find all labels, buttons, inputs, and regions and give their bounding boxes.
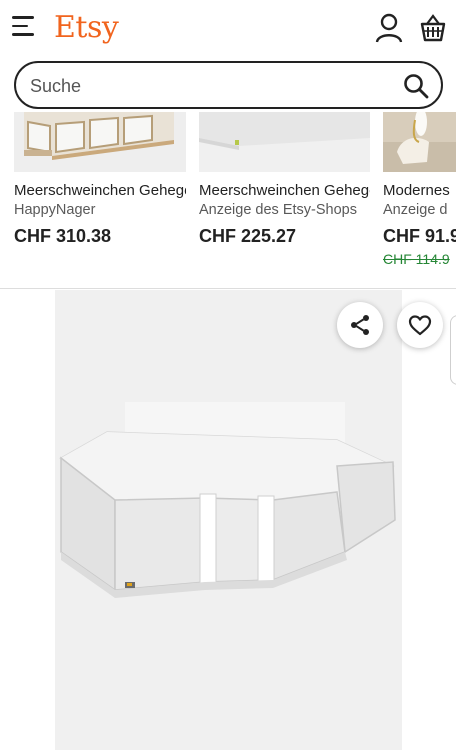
next-image-area[interactable] [402, 290, 456, 750]
product-price: CHF 225.27 [199, 226, 297, 246]
listing-main-image[interactable] [55, 290, 402, 750]
share-button[interactable] [337, 302, 383, 348]
favorite-button[interactable] [397, 302, 443, 348]
product-price: CHF 91.9 [383, 226, 456, 246]
basket-icon[interactable] [418, 12, 448, 44]
share-icon [351, 315, 369, 335]
product-title[interactable]: Meerschweinchen Gehege [14, 182, 186, 199]
product-image[interactable] [14, 112, 186, 172]
product-price: CHF 310.38 [14, 226, 112, 246]
carousel-divider [0, 288, 456, 289]
shop-name: Anzeige d [383, 202, 448, 218]
heart-icon [408, 315, 432, 336]
product-image[interactable] [383, 112, 456, 172]
search-input[interactable] [30, 73, 390, 99]
etsy-logo[interactable]: Etsy [54, 10, 119, 45]
hamburger-menu-icon[interactable] [12, 16, 38, 42]
next-panel-edge[interactable] [450, 315, 456, 385]
user-icon[interactable] [374, 12, 404, 44]
product-title[interactable]: Modernes [383, 182, 456, 199]
product-image[interactable] [199, 112, 370, 172]
shop-name: HappyNager [14, 202, 96, 218]
product-title[interactable]: Meerschweinchen Gehege [199, 182, 370, 199]
header: Etsy [0, 0, 456, 112]
shop-name: Anzeige des Etsy-Shops [199, 202, 357, 218]
recommendations-carousel[interactable]: Meerschweinchen Gehege HappyNager CHF 31… [0, 112, 456, 292]
search-bar[interactable] [14, 61, 443, 109]
search-icon[interactable] [403, 73, 429, 99]
original-price: CHF 114.9 [383, 251, 450, 267]
previous-image-area[interactable] [0, 290, 55, 750]
